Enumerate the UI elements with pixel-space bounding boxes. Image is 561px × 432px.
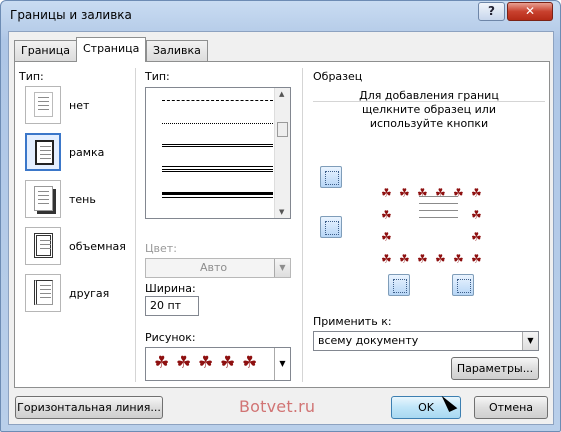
page-3d-icon [34, 233, 53, 258]
cancel-button[interactable]: Отмена [474, 396, 548, 419]
art-tree-icon: ☘ [220, 353, 236, 373]
borders-and-shading-dialog: Границы и заливка ? ✕ Граница Страница З… [0, 0, 561, 432]
site-watermark: Botvet.ru [239, 397, 316, 416]
chevron-down-icon[interactable]: ▼ [274, 348, 290, 380]
setting-none-label[interactable]: нет [69, 99, 89, 112]
art-border-icon: ☘ [471, 252, 482, 266]
scroll-down-icon[interactable]: ▼ [279, 208, 284, 216]
art-border-icon: ☘ [417, 186, 428, 200]
apply-to-value: всему документу [318, 334, 419, 347]
width-value: 20 пт [150, 299, 182, 312]
tab-shading[interactable]: Заливка [146, 40, 208, 61]
chevron-down-icon[interactable]: ▼ [522, 332, 538, 350]
apply-to-label: Применить к: [313, 315, 392, 328]
line-style-list[interactable]: ▲ ▼ [145, 87, 291, 219]
preview-text-line [419, 217, 458, 218]
page-shadow-icon [34, 186, 53, 211]
setting-custom-label[interactable]: другая [69, 287, 109, 300]
art-border-icon: ☘ [381, 230, 392, 244]
title-bar: Границы и заливка ? ✕ [1, 1, 560, 31]
setting-shadow-icon[interactable] [25, 180, 61, 218]
setting-label: Тип: [19, 70, 44, 83]
art-label: Рисунок: [145, 331, 196, 344]
dialog-content: Граница Страница Заливка Тип: нет рамка … [8, 31, 554, 425]
art-border-icon: ☘ [453, 186, 464, 200]
setting-shadow-label[interactable]: тень [69, 193, 96, 206]
art-border-icon: ☘ [381, 208, 392, 222]
art-border-icon: ☘ [381, 252, 392, 266]
preview-label: Образец [313, 70, 363, 83]
dash-dot-line-sample[interactable] [162, 100, 273, 101]
scroll-thumb[interactable] [277, 122, 288, 137]
apply-to-select[interactable]: всему документу ▼ [313, 331, 539, 351]
art-border-icon: ☘ [471, 208, 482, 222]
preview-instructions: Для добавления границ щелкните образец и… [359, 89, 499, 130]
art-border-icon: ☘ [417, 252, 428, 266]
art-border-icon: ☘ [471, 230, 482, 244]
preview-text-line [419, 203, 458, 204]
setting-box-icon[interactable] [25, 133, 61, 171]
triple-line-sample[interactable] [162, 166, 273, 172]
art-select[interactable]: ☘ ☘ ☘ ☘ ☘ ▼ [145, 347, 291, 381]
art-tree-icon: ☘ [242, 353, 258, 373]
close-button[interactable]: ✕ [507, 2, 553, 21]
art-border-icon: ☘ [399, 186, 410, 200]
art-border-icon: ☘ [435, 252, 446, 266]
preview-text-line [419, 210, 458, 211]
art-tree-icon: ☘ [198, 353, 214, 373]
setting-box-label[interactable]: рамка [69, 146, 104, 159]
style-label: Тип: [145, 70, 170, 83]
dash-dot-dot-line-sample[interactable] [162, 123, 273, 124]
setting-custom-icon[interactable] [25, 274, 61, 312]
art-border-icon: ☘ [453, 252, 464, 266]
art-border-icon: ☘ [435, 186, 446, 200]
setting-3d-icon[interactable] [25, 227, 61, 265]
line-style-scrollbar[interactable]: ▲ ▼ [274, 88, 290, 218]
bottom-border-button[interactable] [320, 216, 342, 238]
tab-page[interactable]: Страница [76, 37, 147, 62]
setting-divider [135, 68, 136, 382]
setting-none-icon[interactable] [25, 86, 61, 124]
top-border-button[interactable] [320, 166, 342, 188]
page-icon [34, 92, 53, 117]
color-value: Авто [200, 261, 228, 274]
preview-text-line [419, 196, 458, 197]
dialog-title: Границы и заливка [10, 8, 132, 22]
horizontal-line-button[interactable]: Горизонтальная линия... [15, 396, 163, 419]
art-tree-icon: ☘ [176, 353, 192, 373]
color-label: Цвет: [145, 242, 177, 255]
width-select[interactable]: 20 пт [145, 296, 199, 316]
scroll-up-icon[interactable]: ▲ [279, 90, 284, 98]
tab-border[interactable]: Граница [14, 40, 78, 61]
art-tree-icon: ☘ [154, 353, 170, 373]
options-button[interactable]: Параметры... [451, 357, 539, 380]
page-custom-icon [34, 280, 53, 305]
setting-3d-label[interactable]: объемная [69, 240, 126, 253]
art-border-icon: ☘ [471, 186, 482, 200]
art-border-icon: ☘ [381, 186, 392, 200]
chevron-down-icon: ▼ [274, 259, 290, 277]
art-border-icon: ☘ [399, 252, 410, 266]
thick-thin-line-sample[interactable] [162, 192, 273, 198]
page-box-icon [35, 140, 54, 165]
preview-divider [302, 68, 303, 382]
page-preview[interactable]: ☘ ☘ ☘ ☘ ☘ ☘ ☘ ☘ ☘ ☘ ☘ ☘ ☘ ☘ ☘ ☘ [381, 187, 488, 279]
width-label: Ширина: [145, 282, 196, 295]
double-line-sample[interactable] [162, 144, 273, 147]
color-select: Авто ▼ [145, 258, 291, 278]
help-button[interactable]: ? [478, 2, 505, 21]
